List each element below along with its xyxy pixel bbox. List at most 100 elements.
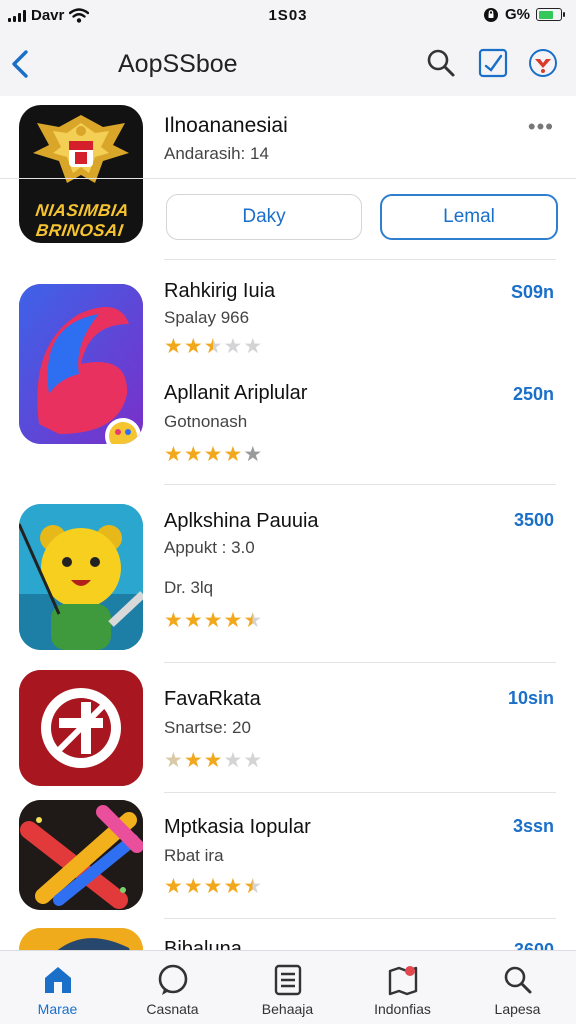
app-extra-info: Dr. 3lq [164,578,214,597]
secondary-action-button[interactable]: Daky [166,194,362,240]
app-price[interactable]: 3ssn [513,816,554,837]
battery-icon [536,8,565,21]
list-divider [164,792,556,793]
featured-app-name: Ilnoananesiai [164,114,288,137]
garuda-emblem-icon [33,115,129,183]
tab-map[interactable]: Indonfias [345,951,460,1024]
star-icon: ★ [183,875,203,898]
app-rating: ★ ★ ★ ★ ★ [164,444,262,465]
list-item[interactable]: FavaRkata Snartse: 20 ★ ★ ★ ★ ★ 10sin [0,664,576,792]
crossed-crayons-icon [19,800,143,910]
featured-app-icon[interactable]: NIASIMBIA BRINOSAI [19,105,143,243]
app-title: Rahkirig Iuia [164,280,276,302]
star-icon: ★ [243,443,263,466]
nav-title: AopSSboe [118,50,238,78]
tab-label: Marae [37,1001,78,1017]
app-title: Bibaluna [164,938,242,950]
app-icon [19,504,143,650]
app-icon [19,670,143,786]
status-bar: Davr 1S03 G% [0,0,576,34]
app-price[interactable]: 250n [513,384,554,405]
list-item[interactable]: Aplkshina Pauuia Appukt : 3.0 Dr. 3lq ★ … [0,486,576,662]
star-icon: ★ [243,335,263,358]
app-price[interactable]: 3600 [514,940,554,950]
header-divider [0,178,576,179]
more-options-button[interactable]: ••• [528,114,554,140]
red-emblem-icon [19,670,143,786]
primary-action-button[interactable]: Lemal [380,194,558,240]
list-divider [164,662,556,663]
app-price[interactable]: S09n [511,282,554,303]
star-icon: ★ [203,749,223,772]
partial-app-logo-icon [19,928,143,950]
tab-search[interactable]: Lapesa [460,951,575,1024]
app-subtitle: Snartse: 20 [164,718,251,737]
bear-mascot-icon [19,504,143,650]
navigation-bar: AopSSboe [0,34,576,96]
profile-badge-icon[interactable] [526,46,560,80]
star-icon: ★ [203,443,223,466]
star-icon: ★ [223,443,243,466]
app-title: Aplkshina Pauuia [164,510,319,532]
app-rating: ★ ★ ★ ★ ★ [164,876,262,897]
list-divider [164,259,556,260]
tab-home[interactable]: Marae [0,951,115,1024]
list-item[interactable]: Bibaluna 3600 [0,920,576,950]
app-title: Apllanit Ariplular [164,382,308,404]
app-subtitle: Appukt : 3.0 [164,538,255,557]
battery-percent: G% [504,6,530,23]
edit-icon[interactable] [476,46,510,80]
app-price[interactable]: 3500 [514,510,554,531]
app-rating: ★ ★ ★ ★ ★ [164,750,262,771]
star-icon: ★ [223,609,243,632]
rotation-lock-icon [483,7,498,22]
star-icon: ★ [223,749,243,772]
app-icon [19,928,143,950]
featured-app-header: NIASIMBIA BRINOSAI Ilnoananesiai Andaras… [0,96,576,256]
star-icon: ★ [243,749,263,772]
app-price[interactable]: 10sin [508,688,554,709]
list-item[interactable]: Mptkasia Iopular Rbat ira ★ ★ ★ ★ ★ 3ssn [0,794,576,918]
home-icon [45,967,71,993]
star-icon: ★ [164,443,183,466]
star-icon: ★ [223,875,243,898]
search-icon [504,966,532,994]
tab-label: Casnata [146,1001,199,1017]
featured-icon-text: NIASIMBIA BRINOSAI [34,201,131,240]
tab-label: Indonfias [374,1001,431,1017]
star-icon: ★ [183,749,203,772]
swirl-logo-icon [19,284,143,444]
star-icon: ★ [203,875,223,898]
list-divider [164,484,556,485]
tab-chat[interactable]: Casnata [115,951,230,1024]
star-icon: ★ [164,749,183,772]
search-icon[interactable] [424,46,458,80]
tab-list[interactable]: Behaaja [230,951,345,1024]
app-title: FavaRkata [164,688,261,710]
app-rating: ★ ★ ★ ★ ★ [164,610,262,631]
featured-app-subtitle: Andarasih: 14 [164,144,269,163]
app-icon [19,284,143,444]
star-icon: ★ [203,609,223,632]
star-icon: ★ [183,443,203,466]
chat-icon [158,964,188,995]
list-item[interactable]: Rahkirig Iuia Spalay 966 ★ ★ ★ ★ ★ S09n … [0,262,576,484]
app-icon [19,800,143,910]
list-icon [274,964,302,996]
tab-label: Lapesa [494,1001,541,1017]
app-title: Mptkasia Iopular [164,816,311,838]
status-right: G% [483,6,565,23]
star-half-icon: ★ [243,609,263,632]
star-icon: ★ [164,335,183,358]
map-icon [388,966,418,996]
back-button[interactable] [6,46,36,82]
tab-bar: Marae Casnata Behaaja Indonfias Lapesa [0,950,576,1024]
app-subtitle: Rbat ira [164,846,224,865]
tab-label: Behaaja [261,1001,314,1017]
star-icon: ★ [183,609,203,632]
app-subtitle: Spalay 966 [164,308,250,327]
app-rating: ★ ★ ★ ★ ★ [164,336,262,357]
star-icon: ★ [164,875,183,898]
star-icon: ★ [223,335,243,358]
star-half-icon: ★ [243,875,263,898]
